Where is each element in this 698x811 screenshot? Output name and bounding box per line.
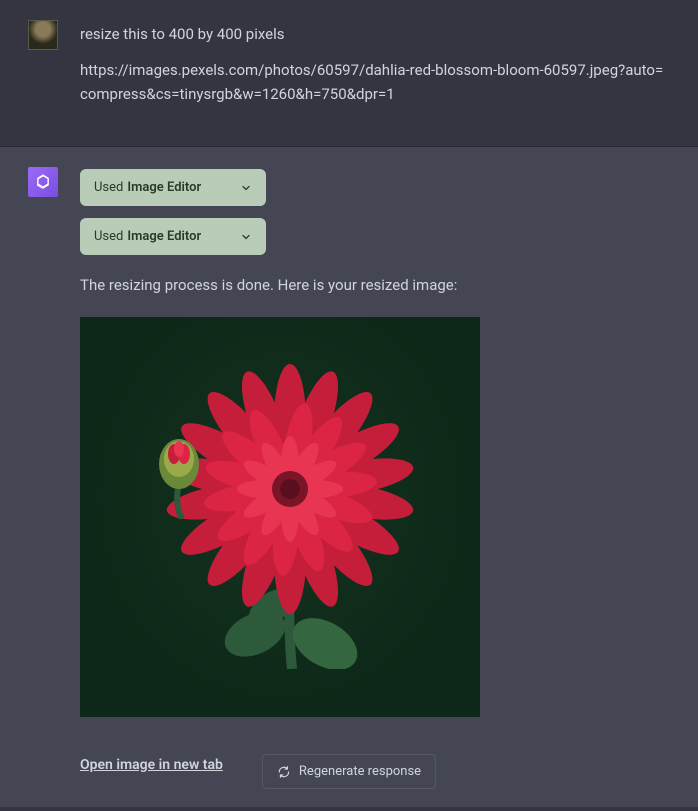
user-avatar [28, 20, 58, 50]
tool-chip-name: Image Editor [127, 180, 201, 195]
flower-bud-illustration [144, 429, 214, 519]
openai-logo-icon [33, 172, 53, 192]
tool-chip-image-editor[interactable]: Used Image Editor [80, 169, 266, 206]
chevron-down-icon [240, 182, 252, 194]
tool-chip-prefix: Used [94, 180, 123, 195]
assistant-avatar [28, 167, 58, 197]
user-message: resize this to 400 by 400 pixels https:/… [0, 0, 698, 147]
assistant-message-content: Used Image Editor Used Image Editor The … [80, 167, 670, 779]
assistant-response-text: The resizing process is done. Here is yo… [80, 273, 670, 297]
chevron-down-icon [240, 231, 252, 243]
open-image-link[interactable]: Open image in new tab [80, 757, 223, 773]
regenerate-button[interactable]: Regenerate response [262, 754, 436, 789]
user-message-content: resize this to 400 by 400 pixels https:/… [80, 20, 670, 118]
tool-chip-name: Image Editor [127, 229, 201, 244]
user-url-text: https://images.pexels.com/photos/60597/d… [80, 58, 670, 106]
user-prompt-text: resize this to 400 by 400 pixels [80, 22, 670, 46]
tool-chip-image-editor[interactable]: Used Image Editor [80, 218, 266, 255]
resized-image[interactable] [80, 317, 480, 717]
assistant-message: Used Image Editor Used Image Editor The … [0, 147, 698, 807]
refresh-icon [277, 765, 291, 779]
regenerate-label: Regenerate response [299, 764, 421, 779]
tool-chip-prefix: Used [94, 229, 123, 244]
